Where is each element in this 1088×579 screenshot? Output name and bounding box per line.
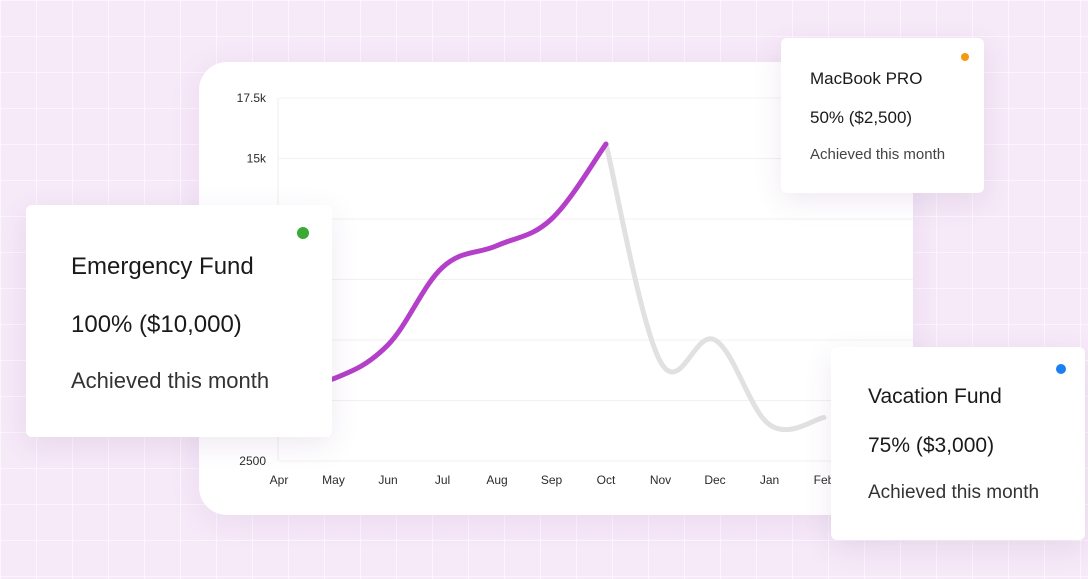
card-note: Achieved this month bbox=[810, 146, 946, 163]
card-title: MacBook PRO bbox=[810, 69, 923, 88]
macbook-pro-card[interactable]: MacBook PRO 50% ($2,500) Achieved this m… bbox=[781, 38, 984, 193]
x-tick-label: Aug bbox=[486, 473, 507, 487]
x-tick-label: Jul bbox=[435, 473, 450, 487]
y-tick-label: 15k bbox=[247, 152, 267, 166]
x-tick-label: Apr bbox=[270, 473, 289, 487]
x-tick-label: Jun bbox=[378, 473, 397, 487]
card-amount: 100% ($10,000) bbox=[71, 311, 242, 338]
card-amount: 75% ($3,000) bbox=[868, 434, 995, 457]
card-title: Emergency Fund bbox=[71, 253, 254, 280]
x-tick-label: Nov bbox=[650, 473, 671, 487]
x-tick-label: Dec bbox=[704, 473, 725, 487]
series-layer bbox=[276, 141, 827, 433]
card-note: Achieved this month bbox=[71, 368, 270, 393]
card-amount: 50% ($2,500) bbox=[810, 108, 913, 127]
x-tick-label: Sep bbox=[541, 473, 563, 487]
status-dot bbox=[1056, 364, 1066, 374]
y-tick-label: 2500 bbox=[239, 454, 266, 468]
vacation-fund-card[interactable]: Vacation Fund 75% ($3,000) Achieved this… bbox=[831, 347, 1085, 540]
x-tick-label: Oct bbox=[597, 473, 616, 487]
emergency-fund-card[interactable]: Emergency Fund 100% ($10,000) Achieved t… bbox=[26, 205, 332, 437]
x-axis: Apr May Jun Jul Aug Sep Oct Nov Dec Jan Feb bbox=[270, 473, 835, 487]
status-dot bbox=[961, 53, 969, 61]
x-tick-label: Jan bbox=[760, 473, 779, 487]
card-note: Achieved this month bbox=[868, 482, 1040, 503]
x-tick-label: May bbox=[322, 473, 345, 487]
y-tick-label: 17.5k bbox=[237, 91, 267, 105]
card-title: Vacation Fund bbox=[868, 385, 1002, 408]
status-dot bbox=[297, 227, 309, 239]
